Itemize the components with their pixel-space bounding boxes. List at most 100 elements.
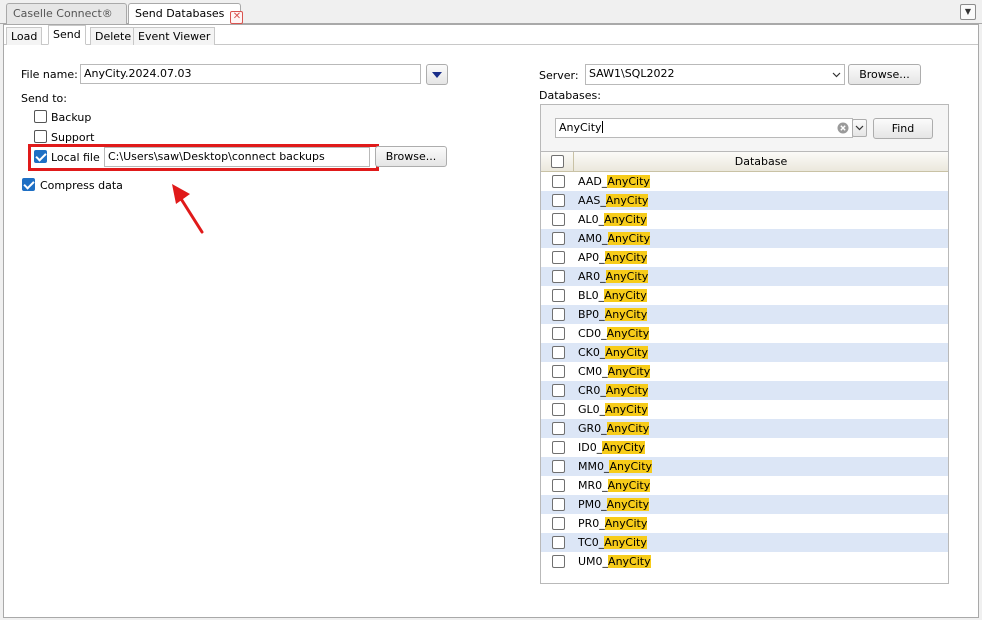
table-row[interactable]: MM0_AnyCity bbox=[541, 457, 948, 476]
database-prefix: GL0_ bbox=[578, 403, 606, 416]
table-row[interactable]: PR0_AnyCity bbox=[541, 514, 948, 533]
file-name-input[interactable]: AnyCity.2024.07.03 bbox=[80, 64, 421, 84]
database-prefix: AAD_ bbox=[578, 175, 608, 188]
support-checkbox[interactable] bbox=[34, 130, 47, 143]
text-cursor bbox=[601, 121, 603, 133]
database-name: CR0_AnyCity bbox=[578, 384, 649, 397]
row-checkbox[interactable] bbox=[552, 460, 565, 473]
database-prefix: CK0_ bbox=[578, 346, 606, 359]
search-history-dropdown-button[interactable] bbox=[852, 119, 867, 137]
table-row[interactable]: AAD_AnyCity bbox=[541, 172, 948, 191]
database-name: BP0_AnyCity bbox=[578, 308, 648, 321]
row-checkbox[interactable] bbox=[552, 308, 565, 321]
database-prefix: MM0_ bbox=[578, 460, 610, 473]
table-row[interactable]: CK0_AnyCity bbox=[541, 343, 948, 362]
table-row[interactable]: MR0_AnyCity bbox=[541, 476, 948, 495]
row-checkbox[interactable] bbox=[552, 517, 565, 530]
server-combobox[interactable]: SAW1\SQL2022 bbox=[585, 64, 845, 85]
row-checkbox[interactable] bbox=[552, 346, 565, 359]
table-row[interactable]: PM0_AnyCity bbox=[541, 495, 948, 514]
tab-list-dropdown-button[interactable]: ▼ bbox=[960, 4, 976, 20]
table-row[interactable]: UM0_AnyCity bbox=[541, 552, 948, 571]
tab-delete[interactable]: Delete bbox=[90, 27, 137, 45]
table-row[interactable]: GL0_AnyCity bbox=[541, 400, 948, 419]
backup-label: Backup bbox=[51, 111, 92, 124]
row-checkbox[interactable] bbox=[552, 251, 565, 264]
row-checkbox[interactable] bbox=[552, 213, 565, 226]
row-checkbox[interactable] bbox=[552, 422, 565, 435]
table-row[interactable]: AL0_AnyCity bbox=[541, 210, 948, 229]
tab-send[interactable]: Send bbox=[48, 25, 86, 45]
search-match-highlight: AnyCity bbox=[605, 194, 649, 207]
row-checkbox[interactable] bbox=[552, 498, 565, 511]
local-file-path-input[interactable]: C:\Users\saw\Desktop\connect backups bbox=[104, 147, 370, 167]
support-label: Support bbox=[51, 131, 95, 144]
row-checkbox[interactable] bbox=[552, 441, 565, 454]
row-checkbox[interactable] bbox=[552, 536, 565, 549]
tab-load-label: Load bbox=[11, 30, 38, 43]
database-name: AM0_AnyCity bbox=[578, 232, 651, 245]
row-checkbox[interactable] bbox=[552, 479, 565, 492]
table-row[interactable]: ID0_AnyCity bbox=[541, 438, 948, 457]
server-label: Server: bbox=[539, 69, 579, 82]
database-column-header[interactable]: Database bbox=[575, 155, 947, 168]
row-checkbox[interactable] bbox=[552, 194, 565, 207]
database-name: TC0_AnyCity bbox=[578, 536, 647, 549]
local-file-label: Local file bbox=[51, 151, 100, 164]
table-row[interactable]: GR0_AnyCity bbox=[541, 419, 948, 438]
compress-data-checkbox[interactable] bbox=[22, 178, 35, 191]
table-row[interactable]: TC0_AnyCity bbox=[541, 533, 948, 552]
select-all-checkbox[interactable] bbox=[551, 155, 564, 168]
local-file-checkbox[interactable] bbox=[34, 150, 47, 163]
database-name: PM0_AnyCity bbox=[578, 498, 650, 511]
table-row[interactable]: AP0_AnyCity bbox=[541, 248, 948, 267]
table-row[interactable]: CR0_AnyCity bbox=[541, 381, 948, 400]
database-prefix: AP0_ bbox=[578, 251, 605, 264]
search-match-highlight: AnyCity bbox=[604, 308, 648, 321]
triangle-down-icon bbox=[432, 72, 442, 78]
row-checkbox[interactable] bbox=[552, 289, 565, 302]
table-row[interactable]: AM0_AnyCity bbox=[541, 229, 948, 248]
clear-search-icon[interactable] bbox=[837, 122, 849, 134]
row-checkbox[interactable] bbox=[552, 365, 565, 378]
row-checkbox[interactable] bbox=[552, 327, 565, 340]
tab-caselle-connect[interactable]: Caselle Connect® bbox=[6, 3, 127, 24]
database-name: CM0_AnyCity bbox=[578, 365, 651, 378]
table-row[interactable]: AAS_AnyCity bbox=[541, 191, 948, 210]
row-checkbox[interactable] bbox=[552, 175, 565, 188]
table-row[interactable]: BP0_AnyCity bbox=[541, 305, 948, 324]
file-name-dropdown-button[interactable] bbox=[426, 64, 448, 85]
local-file-browse-button[interactable]: Browse... bbox=[375, 146, 447, 167]
row-checkbox[interactable] bbox=[552, 403, 565, 416]
table-row[interactable]: AR0_AnyCity bbox=[541, 267, 948, 286]
search-match-highlight: AnyCity bbox=[605, 346, 648, 359]
tab-load[interactable]: Load bbox=[6, 27, 43, 45]
sub-tab-strip: Load Send Delete Event Viewer bbox=[4, 25, 978, 45]
table-row[interactable]: CD0_AnyCity bbox=[541, 324, 948, 343]
row-checkbox[interactable] bbox=[552, 384, 565, 397]
tab-event-viewer[interactable]: Event Viewer bbox=[133, 27, 216, 45]
row-checkbox[interactable] bbox=[552, 270, 565, 283]
send-to-label: Send to: bbox=[21, 92, 67, 105]
search-match-highlight: AnyCity bbox=[604, 536, 647, 549]
table-row[interactable]: BL0_AnyCity bbox=[541, 286, 948, 305]
database-search-value: AnyCity bbox=[559, 121, 602, 134]
database-prefix: CR0_ bbox=[578, 384, 606, 397]
database-prefix: AR0_ bbox=[578, 270, 606, 283]
database-name: PR0_AnyCity bbox=[578, 517, 648, 530]
server-browse-button[interactable]: Browse... bbox=[848, 64, 921, 85]
tab-send-databases[interactable]: Send Databases ✕ bbox=[128, 3, 244, 25]
row-checkbox[interactable] bbox=[552, 555, 565, 568]
database-name: AP0_AnyCity bbox=[578, 251, 648, 264]
backup-checkbox[interactable] bbox=[34, 110, 47, 123]
search-match-highlight: AnyCity bbox=[607, 232, 651, 245]
database-prefix: AM0_ bbox=[578, 232, 608, 245]
close-icon[interactable]: ✕ bbox=[230, 11, 244, 24]
database-prefix: TC0_ bbox=[578, 536, 605, 549]
table-row[interactable]: CM0_AnyCity bbox=[541, 362, 948, 381]
find-button[interactable]: Find bbox=[873, 118, 933, 139]
search-match-highlight: AnyCity bbox=[606, 327, 650, 340]
database-prefix: PM0_ bbox=[578, 498, 607, 511]
database-search-input[interactable]: AnyCity bbox=[555, 118, 853, 138]
row-checkbox[interactable] bbox=[552, 232, 565, 245]
